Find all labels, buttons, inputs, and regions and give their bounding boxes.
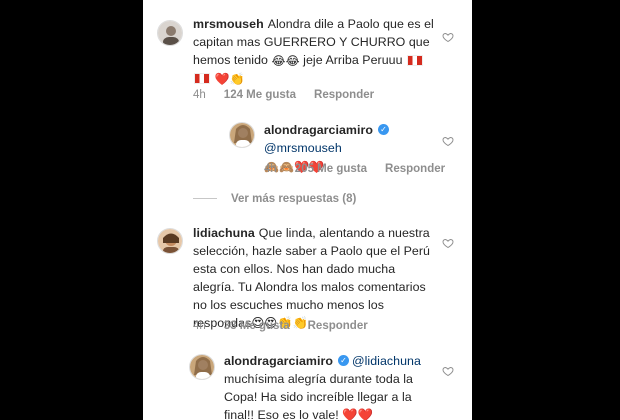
comment-text: lidiachuna Que linda, alentando a nuestra…	[193, 224, 433, 332]
username-link[interactable]: alondragarciamiro	[224, 354, 333, 368]
verified-badge-icon: ✓	[377, 124, 389, 136]
heart-outline-icon[interactable]	[442, 365, 454, 377]
comment-meta: 4h 33 Me gusta Responder	[193, 320, 386, 332]
likes-count[interactable]: 205 Me gusta	[295, 163, 367, 175]
mention-link[interactable]: @mrsmouseh	[264, 141, 342, 155]
timestamp[interactable]: 4h	[193, 89, 206, 101]
heart-outline-icon[interactable]	[442, 135, 454, 147]
reply-body: muchísima alegría durante toda la Copa! …	[224, 372, 413, 420]
reply-button[interactable]: Responder	[308, 320, 368, 332]
heart-clap-emoji: ❤️👏	[214, 71, 245, 86]
heart-outline-icon[interactable]	[442, 237, 454, 249]
comment-text: mrsmouseh Alondra dile a Paolo que es el …	[193, 17, 434, 86]
reply-text: alondragarciamiro ✓ @lidiachuna muchísima …	[224, 352, 439, 420]
comments-panel: mrsmouseh Alondra dile a Paolo que es el …	[143, 0, 472, 420]
reply-button[interactable]: Responder	[314, 89, 374, 101]
comment-meta: 4h 124 Me gusta Responder	[193, 89, 392, 101]
username-link[interactable]: lidiachuna	[193, 226, 255, 240]
username-link[interactable]: mrsmouseh	[193, 17, 264, 31]
avatar[interactable]	[157, 20, 183, 46]
reply-meta: 4h 205 Me gusta Responder	[264, 163, 463, 175]
avatar[interactable]	[229, 122, 255, 148]
timestamp[interactable]: 4h	[264, 163, 277, 175]
verified-badge-icon: ✓	[337, 355, 349, 367]
comment-body: Que linda, alentando a nuestra selección…	[193, 226, 430, 330]
likes-count[interactable]: 124 Me gusta	[224, 89, 296, 101]
view-more-replies-button[interactable]: Ver más respuestas (8)	[193, 193, 356, 205]
username-link[interactable]: alondragarciamiro	[264, 123, 373, 137]
mention-link[interactable]: @lidiachuna	[352, 354, 421, 368]
peru-flag-icon	[407, 55, 424, 67]
laughing-emoji: 😂😂	[271, 53, 300, 68]
timestamp[interactable]: 4h	[193, 320, 206, 332]
avatar[interactable]	[157, 228, 183, 254]
divider-line	[193, 198, 217, 200]
heart-outline-icon[interactable]	[442, 31, 454, 43]
likes-count[interactable]: 33 Me gusta	[224, 320, 290, 332]
avatar[interactable]	[189, 354, 215, 380]
peru-flag-icon	[194, 73, 210, 85]
view-more-label: Ver más respuestas (8)	[231, 193, 357, 205]
reply-button[interactable]: Responder	[385, 163, 445, 175]
